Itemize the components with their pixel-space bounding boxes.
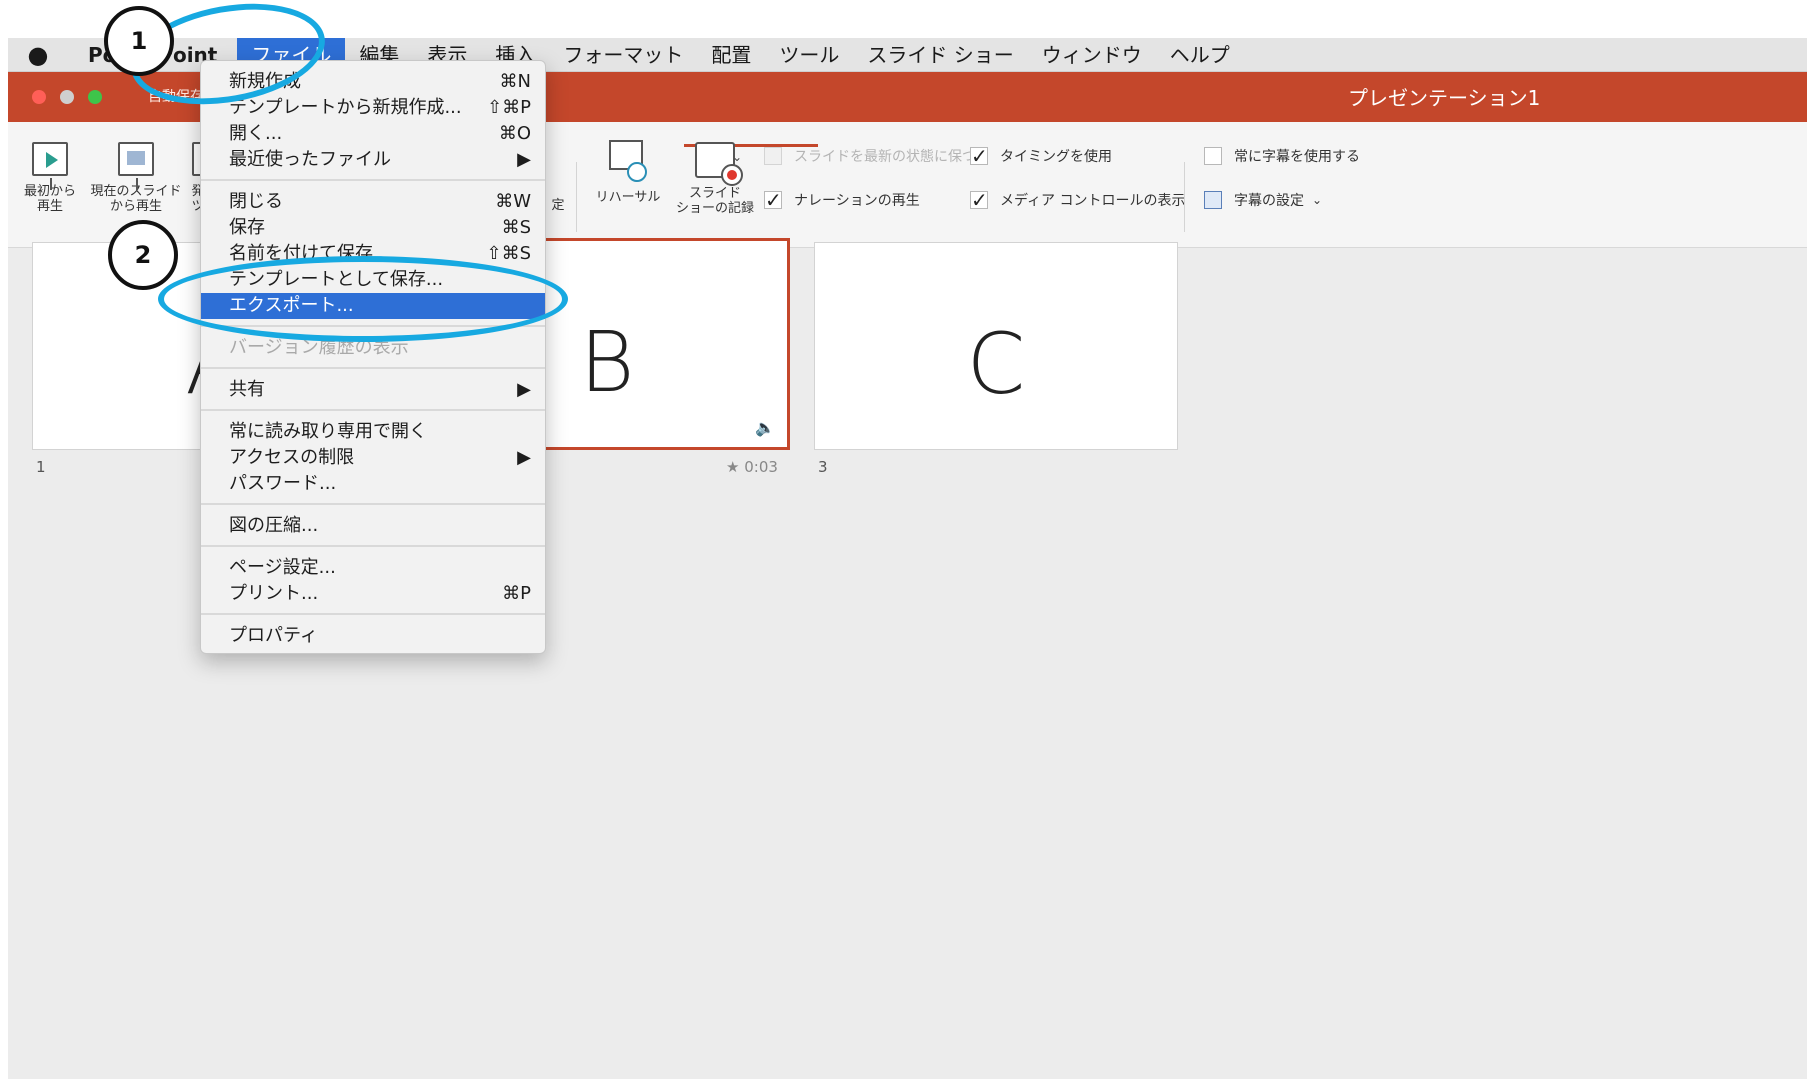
shortcut-label: ⌘N	[499, 71, 531, 92]
slide-number-3: 3	[818, 458, 828, 476]
media-controls-checkbox[interactable]: ✓ メディア コントロールの表示	[970, 190, 1185, 210]
shortcut-label: ⌘O	[498, 123, 531, 144]
annotation-ring-export	[158, 256, 568, 342]
shortcut-label: ⌘S	[501, 217, 531, 238]
play-from-start-button[interactable]: 最初から 再生	[22, 142, 78, 214]
menu-tools[interactable]: ツール	[765, 38, 853, 72]
chevron-down-icon: ⌄	[1312, 193, 1323, 207]
subtitle-settings-label: 字幕の設定	[1234, 193, 1304, 209]
menu-format[interactable]: フォーマット	[549, 38, 697, 72]
slide-number-1: 1	[36, 458, 46, 476]
slide-timing: ★ 0:03	[726, 458, 778, 476]
ribbon-divider	[576, 162, 577, 232]
menu-separator	[201, 179, 545, 181]
checkmark-icon: ✓	[970, 144, 988, 168]
rehearse-timings-label: リハーサル	[595, 190, 661, 205]
submenu-arrow-icon: ▶	[517, 149, 531, 170]
menu-item-recent[interactable]: 最近使ったファイル ▶	[201, 147, 545, 173]
menu-item-share[interactable]: 共有 ▶	[201, 377, 545, 403]
submenu-arrow-icon: ▶	[517, 379, 531, 400]
ribbon-divider	[1184, 162, 1185, 232]
star-icon: ★	[726, 458, 745, 476]
shortcut-label: ⇧⌘P	[487, 97, 531, 118]
play-narrations-label: ナレーションの再生	[794, 193, 920, 209]
maximize-window-button[interactable]	[88, 90, 102, 104]
menu-separator	[201, 613, 545, 615]
always-subtitles-label: 常に字幕を使用する	[1234, 149, 1360, 165]
subtitle-settings-icon	[1204, 191, 1222, 209]
rehearse-timings-button[interactable]: リハーサル	[592, 140, 664, 205]
menu-item-label: 常に読み取り専用で開く	[229, 421, 427, 442]
record-slideshow-icon	[695, 142, 743, 186]
keep-updated-checkbox[interactable]: スライドを最新の状態に保つ	[764, 146, 976, 166]
menu-item-label: 開く...	[229, 123, 283, 144]
subtitle-settings-button[interactable]: 字幕の設定 ⌄	[1204, 190, 1322, 210]
menu-arrange[interactable]: 配置	[697, 38, 765, 72]
menu-item-new-from-template[interactable]: テンプレートから新規作成... ⇧⌘P	[201, 95, 545, 121]
shortcut-label: ⇧⌘S	[486, 243, 531, 264]
partial-settings-label: 定	[551, 198, 565, 213]
rehearse-timings-icon	[609, 140, 647, 184]
checkbox-box	[764, 147, 782, 165]
submenu-arrow-icon: ▶	[517, 447, 531, 468]
play-from-current-button[interactable]: 現在のスライド から再生	[86, 142, 186, 214]
keep-updated-label: スライドを最新の状態に保つ	[794, 149, 976, 165]
checkmark-icon: ✓	[764, 188, 782, 212]
menu-separator	[201, 367, 545, 369]
menu-separator	[201, 545, 545, 547]
menu-item-compress-pictures[interactable]: 図の圧縮...	[201, 513, 545, 539]
menu-slideshow[interactable]: スライド ショー	[853, 38, 1027, 72]
record-slideshow-button[interactable]: スライド ショーの記録	[670, 142, 760, 216]
menu-item-label: プリント...	[229, 583, 319, 604]
menu-item-close[interactable]: 閉じる ⌘W	[201, 189, 545, 215]
menu-separator	[201, 409, 545, 411]
menu-item-label: ページ設定...	[229, 557, 336, 578]
record-slideshow-label: スライド ショーの記録	[675, 186, 754, 216]
media-controls-label: メディア コントロールの表示	[1000, 193, 1186, 209]
shortcut-label: ⌘P	[502, 583, 531, 604]
menu-item-label: アクセスの制限	[229, 447, 355, 468]
document-title: プレゼンテーション1	[1348, 86, 1541, 110]
menu-window[interactable]: ウィンドウ	[1028, 38, 1156, 72]
screenshot-root: ● PowerPoint ファイル 編集 表示 挿入 フォーマット 配置 ツール…	[0, 0, 1807, 1079]
menu-separator	[201, 503, 545, 505]
menu-item-label: 閉じる	[229, 191, 283, 212]
slide-thumbnail-3[interactable]: C	[814, 242, 1178, 450]
checkbox-box	[1204, 147, 1222, 165]
use-timings-checkbox[interactable]: ✓ タイミングを使用	[970, 146, 1112, 166]
play-narrations-checkbox[interactable]: ✓ ナレーションの再生	[764, 190, 920, 210]
shortcut-label: ⌘W	[495, 191, 531, 212]
menu-item-properties[interactable]: プロパティ	[201, 623, 545, 649]
menu-item-label: プロパティ	[229, 625, 318, 646]
menu-item-label: 共有	[229, 379, 265, 400]
slide-3-content: C	[966, 315, 1026, 413]
menu-item-label: 図の圧縮...	[229, 515, 319, 536]
menu-item-page-setup[interactable]: ページ設定...	[201, 555, 545, 581]
menu-item-label: 保存	[229, 217, 265, 238]
menu-item-restrict-access[interactable]: アクセスの制限 ▶	[201, 445, 545, 471]
play-from-start-icon	[32, 142, 68, 190]
always-subtitles-checkbox[interactable]: 常に字幕を使用する	[1204, 146, 1360, 166]
close-window-button[interactable]	[32, 90, 46, 104]
menu-item-label: テンプレートから新規作成...	[229, 97, 462, 118]
play-from-current-icon	[118, 142, 154, 190]
menu-item-save[interactable]: 保存 ⌘S	[201, 215, 545, 241]
step-1-callout: 1	[104, 6, 174, 76]
chevron-down-icon[interactable]: ⌄	[732, 150, 742, 164]
minimize-window-button[interactable]	[60, 90, 74, 104]
menu-help[interactable]: ヘルプ	[1156, 38, 1244, 72]
use-timings-label: タイミングを使用	[1000, 149, 1112, 165]
speaker-icon: 🔈	[755, 418, 775, 437]
checkmark-icon: ✓	[970, 188, 988, 212]
file-menu-dropdown: 新規作成 ⌘N テンプレートから新規作成... ⇧⌘P 開く... ⌘O 最近使ったフ…	[200, 60, 546, 654]
menu-item-open[interactable]: 開く... ⌘O	[201, 121, 545, 147]
menu-item-label: 最近使ったファイル	[229, 149, 391, 170]
menu-item-always-read-only[interactable]: 常に読み取り専用で開く	[201, 419, 545, 445]
step-2-callout: 2	[108, 220, 178, 290]
apple-menu-icon[interactable]: ●	[8, 41, 68, 69]
slide-2-time: 0:03	[744, 458, 778, 476]
menu-item-print[interactable]: プリント... ⌘P	[201, 581, 545, 607]
menu-item-label: パスワード...	[229, 473, 337, 494]
menu-item-password[interactable]: パスワード...	[201, 471, 545, 497]
